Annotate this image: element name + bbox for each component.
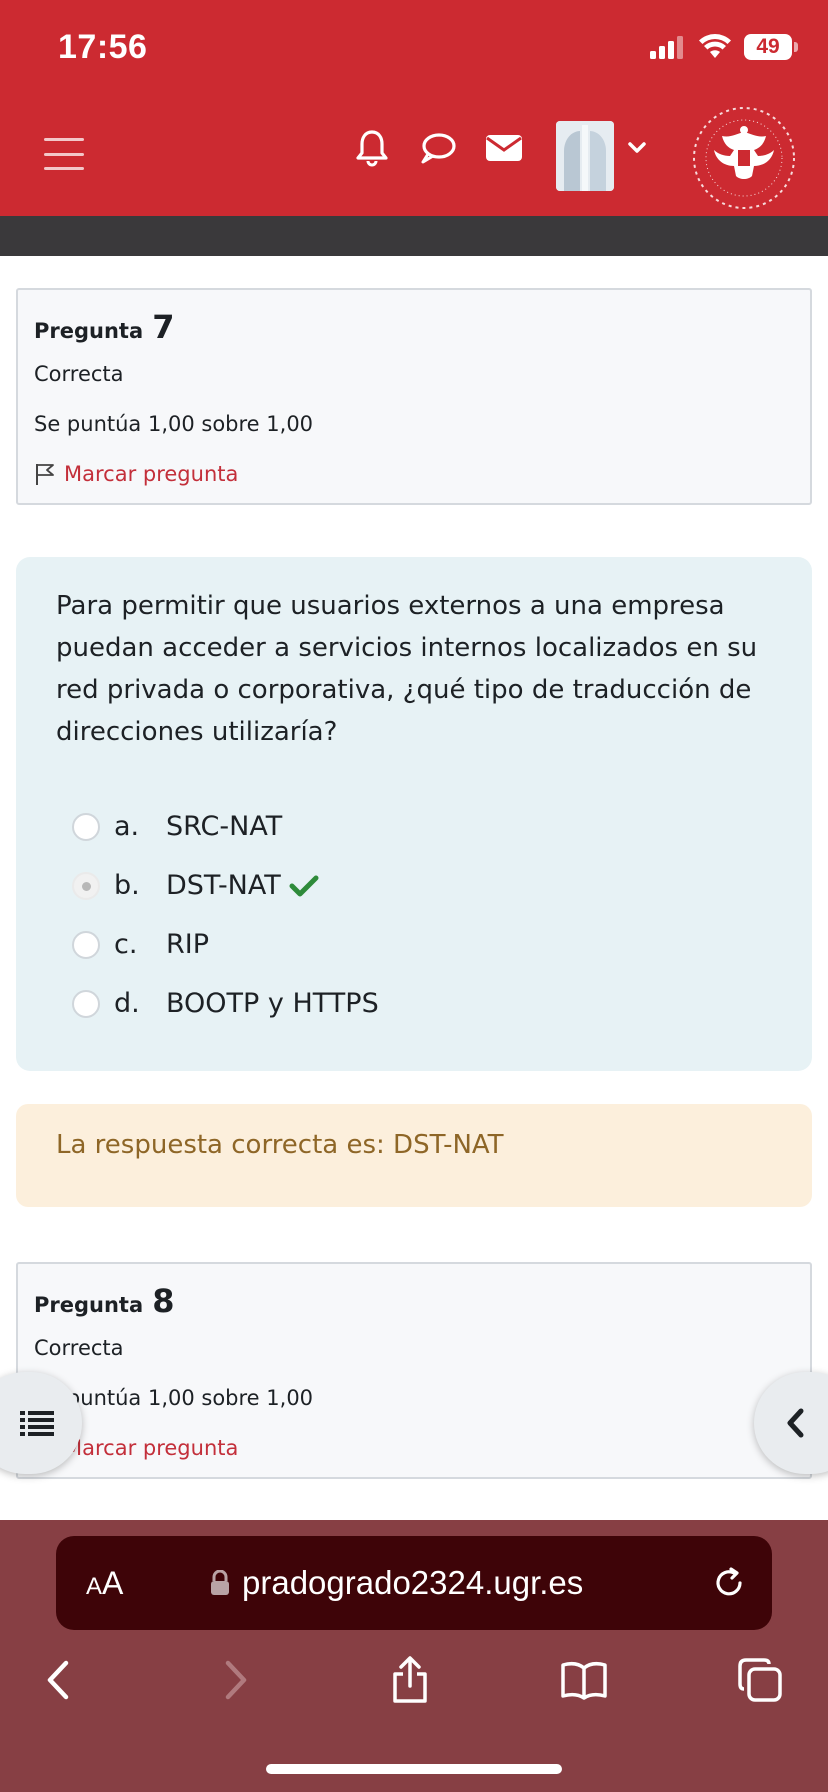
book-icon: [561, 1662, 607, 1700]
answer-option-c[interactable]: c. RIP: [56, 915, 772, 974]
reload-icon[interactable]: [712, 1566, 746, 1600]
answer-text: RIP: [166, 929, 210, 960]
answer-letter: c.: [114, 929, 138, 960]
url-text: pradogrado2324.ugr.es: [242, 1564, 584, 1601]
question-number: 7: [152, 308, 175, 346]
question-text: Para permitir que usuarios externos a un…: [56, 591, 758, 747]
question-number: 8: [152, 1282, 175, 1320]
status-icons: 49: [650, 34, 798, 60]
list-icon: [20, 1411, 54, 1436]
question-info-card: Pregunta 7 Correcta Se puntúa 1,00 sobre…: [16, 288, 812, 505]
url-display[interactable]: pradogrado2324.ugr.es: [210, 1564, 583, 1602]
tabs-button[interactable]: [730, 1650, 790, 1710]
answer-text: BOOTP y HTTPS: [166, 988, 379, 1019]
course-nav-bar: [0, 216, 828, 256]
answer-option-a[interactable]: a. SRC-NAT: [56, 797, 772, 856]
answer-letter: a.: [114, 811, 140, 842]
answer-list: a. SRC-NAT b. DST-NAT c. RIP d. BOOTP y …: [56, 797, 772, 1033]
answer-option-b[interactable]: b. DST-NAT: [56, 856, 772, 915]
question-formulation: Para permitir que usuarios externos a un…: [16, 557, 812, 1071]
reader-settings-button[interactable]: AA: [86, 1565, 123, 1602]
messages-chat-icon[interactable]: [416, 126, 460, 170]
flag-question-link[interactable]: Marcar pregunta: [34, 462, 794, 486]
flag-question-label: Marcar pregunta: [64, 462, 239, 486]
back-button[interactable]: [28, 1650, 88, 1710]
tabs-icon: [738, 1658, 782, 1702]
radio-button-selected[interactable]: [72, 871, 100, 900]
answer-text: SRC-NAT: [166, 811, 283, 842]
battery-indicator: 49: [744, 34, 798, 60]
radio-button[interactable]: [72, 989, 100, 1018]
mail-envelope-icon[interactable]: [482, 126, 526, 170]
chevron-right-icon: [225, 1660, 247, 1700]
question-label: Pregunta: [34, 319, 144, 343]
share-button[interactable]: [380, 1650, 440, 1710]
question-state: Correcta: [34, 1336, 124, 1360]
share-icon: [393, 1656, 427, 1703]
question-heading: Pregunta 8: [34, 1282, 794, 1320]
university-seal-logo: [693, 107, 795, 209]
correct-check-icon: [289, 875, 319, 896]
answer-option-d[interactable]: d. BOOTP y HTTPS: [56, 974, 772, 1033]
correct-answer-feedback: La respuesta correcta es: DST-NAT: [16, 1104, 812, 1207]
status-time: 17:56: [58, 28, 148, 66]
wifi-icon: [699, 34, 731, 58]
app-header: 17:56 49: [0, 0, 828, 216]
question-grade: Se puntúa 1,00 sobre 1,00: [34, 412, 314, 436]
question-state: Correcta: [34, 362, 124, 386]
radio-button[interactable]: [72, 930, 100, 959]
bookmarks-button[interactable]: [554, 1650, 614, 1710]
answer-letter: d.: [114, 988, 140, 1019]
answer-letter: b.: [114, 870, 140, 901]
chevron-left-icon: [47, 1660, 69, 1700]
flag-question-label: Marcar pregunta: [64, 1436, 239, 1460]
notifications-bell-icon[interactable]: [350, 126, 394, 170]
forward-button[interactable]: [206, 1650, 266, 1710]
question-grade: Se puntúa 1,00 sobre 1,00: [34, 1386, 314, 1410]
question-heading: Pregunta 7: [34, 308, 794, 346]
cellular-signal-icon: [650, 36, 683, 59]
radio-button[interactable]: [72, 812, 100, 841]
menu-icon[interactable]: [44, 138, 84, 170]
user-avatar[interactable]: [556, 121, 614, 191]
chevron-left-icon: [787, 1408, 804, 1438]
question-info-card: Pregunta 8 Correcta Se puntúa 1,00 sobre…: [16, 1262, 812, 1479]
header-actions: [350, 126, 526, 170]
lock-icon: [211, 1570, 229, 1595]
question-label: Pregunta: [34, 1293, 144, 1317]
flag-icon: [36, 464, 54, 485]
home-indicator: [266, 1764, 562, 1774]
answer-text: DST-NAT: [166, 870, 281, 901]
feedback-text: La respuesta correcta es: DST-NAT: [56, 1130, 504, 1160]
chevron-down-icon[interactable]: [626, 140, 648, 156]
browser-toolbar: [0, 1650, 828, 1710]
flag-question-link[interactable]: Marcar pregunta: [34, 1436, 794, 1460]
address-bar[interactable]: AA pradogrado2324.ugr.es: [56, 1536, 772, 1630]
